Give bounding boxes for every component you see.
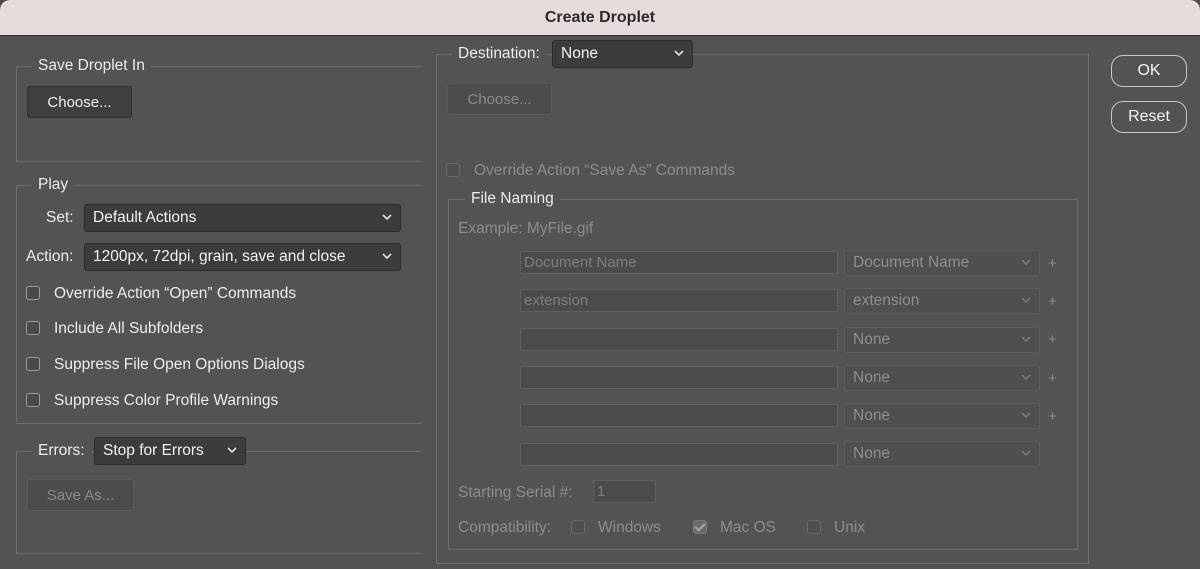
naming-field-2[interactable]: extension [520,289,838,312]
errors-group-border-left [16,451,17,554]
destination-group-border-right [1088,54,1089,564]
chevron-down-icon [1021,336,1031,342]
save-droplet-group-border-bottom [16,161,422,162]
override-open-checkbox[interactable] [26,286,40,300]
ok-button[interactable]: OK [1111,55,1187,87]
file-naming-group-border-left [448,199,449,549]
compat-windows-checkbox[interactable] [571,520,585,534]
naming-select-3-value: None [853,331,891,348]
save-droplet-legend: Save Droplet In [32,57,151,75]
destination-select[interactable]: None [552,40,693,68]
destination-group-border-left [436,54,437,564]
save-droplet-group-border-left [16,66,17,162]
chevron-down-icon [382,214,392,221]
errors-save-as-button[interactable]: Save As... [27,479,134,511]
naming-field-5[interactable] [520,404,838,427]
file-naming-group-border-right [1077,199,1078,549]
chevron-down-icon [1021,374,1031,380]
action-label: Action: [26,248,74,265]
add-naming-row-3[interactable]: + [1048,331,1057,348]
play-legend: Play [32,176,75,194]
file-naming-legend: File Naming [465,190,560,208]
add-naming-row-2[interactable]: + [1048,293,1057,310]
errors-select[interactable]: Stop for Errors [94,437,246,465]
override-save-as-label: Override Action “Save As” Commands [474,162,736,179]
naming-select-5-value: None [853,407,891,424]
suppress-color-warnings-checkbox[interactable] [26,393,40,407]
set-label: Set: [46,209,74,226]
save-droplet-choose-button[interactable]: Choose... [27,86,132,118]
compat-macos-checkbox[interactable] [693,520,707,534]
chevron-down-icon [1021,259,1031,265]
set-select-value: Default Actions [93,209,197,226]
errors-group-border-bottom [16,553,422,554]
naming-field-1[interactable]: Document Name [520,251,838,274]
chevron-down-icon [382,253,392,260]
set-select[interactable]: Default Actions [84,204,401,232]
naming-select-3[interactable]: None [844,327,1040,353]
naming-field-6[interactable] [520,443,838,466]
compat-unix-label: Unix [834,519,866,536]
chevron-down-icon [1021,450,1031,456]
errors-select-value: Stop for Errors [103,442,204,459]
errors-label: Errors: [32,442,91,460]
action-select-value: 1200px, 72dpi, grain, save and close [93,248,346,265]
naming-select-2[interactable]: extension [844,288,1040,314]
file-naming-group-border-bottom [448,549,1078,550]
chevron-down-icon [674,50,684,57]
suppress-open-dialogs-label: Suppress File Open Options Dialogs [54,356,305,373]
play-group-border-bottom [16,423,422,424]
suppress-open-dialogs-checkbox[interactable] [26,357,40,371]
compat-unix-checkbox[interactable] [807,520,821,534]
naming-select-1[interactable]: Document Name [844,250,1040,276]
chevron-down-icon [1021,297,1031,303]
starting-serial-field[interactable]: 1 [593,480,656,503]
action-select[interactable]: 1200px, 72dpi, grain, save and close [84,243,401,271]
file-naming-example: Example: MyFile.gif [458,220,594,237]
destination-label: Destination: [452,45,546,63]
chevron-down-icon [227,447,237,454]
include-subfolders-label: Include All Subfolders [54,320,204,337]
compat-macos-label: Mac OS [720,519,776,536]
suppress-color-warnings-label: Suppress Color Profile Warnings [54,392,279,409]
create-droplet-dialog: Create Droplet Save Droplet In Choose...… [0,0,1200,569]
naming-select-6-value: None [853,445,891,462]
play-group-border-left [16,185,17,424]
naming-select-4-value: None [853,369,891,386]
add-naming-row-4[interactable]: + [1048,370,1057,387]
destination-choose-button[interactable]: Choose... [447,83,552,115]
reset-button[interactable]: Reset [1111,101,1187,133]
naming-select-2-value: extension [853,292,920,309]
add-naming-row-5[interactable]: + [1048,408,1057,425]
naming-select-4[interactable]: None [844,365,1040,391]
compatibility-label: Compatibility: [458,519,552,536]
destination-select-value: None [561,45,599,62]
override-open-label: Override Action “Open” Commands [54,285,297,302]
include-subfolders-checkbox[interactable] [26,321,40,335]
play-group-border [16,185,422,186]
naming-select-5[interactable]: None [844,403,1040,429]
override-save-as-checkbox[interactable] [446,163,460,177]
add-naming-row-1[interactable]: + [1048,255,1057,272]
window-title: Create Droplet [0,0,1200,36]
naming-field-4[interactable] [520,366,838,389]
starting-serial-label: Starting Serial #: [458,484,573,501]
chevron-down-icon [1021,412,1031,418]
destination-group-border-bottom [436,563,1089,564]
naming-select-1-value: Document Name [853,254,970,271]
compat-windows-label: Windows [598,519,661,536]
naming-field-3[interactable] [520,328,838,351]
naming-select-6[interactable]: None [844,441,1040,467]
